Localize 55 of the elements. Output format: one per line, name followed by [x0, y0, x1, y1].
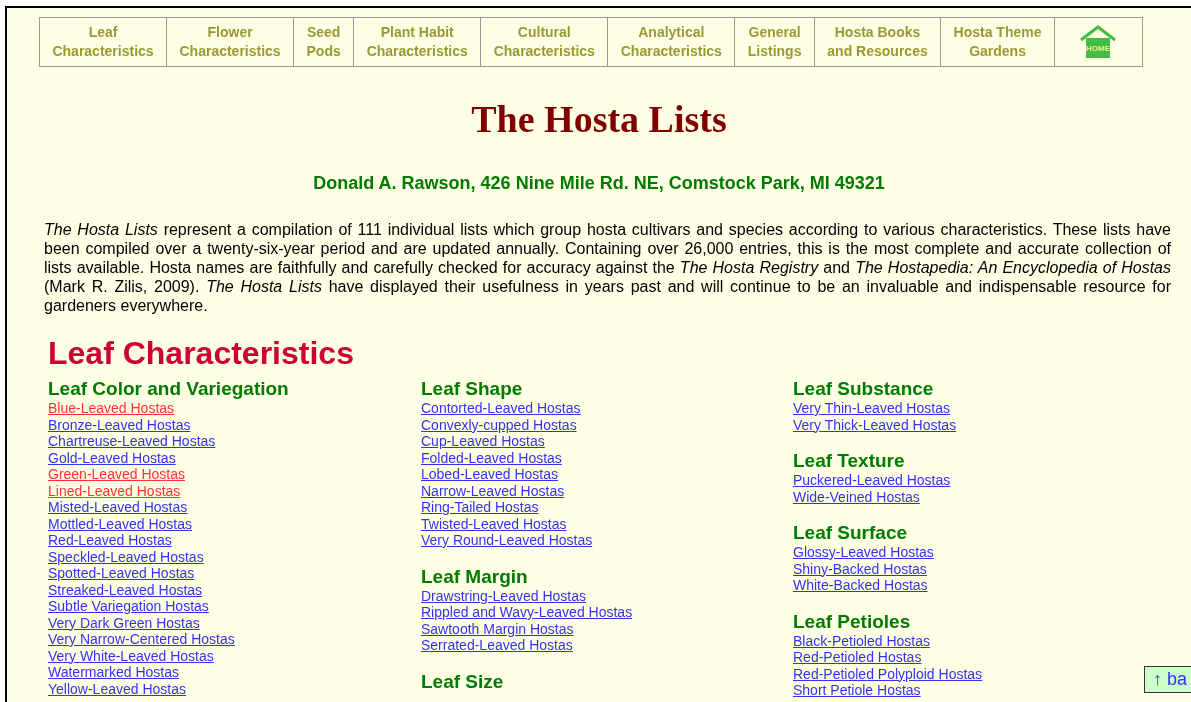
list-link[interactable]: Subtle Variegation Hostas [48, 598, 209, 615]
list-link[interactable]: Mottled-Leaved Hostas [48, 515, 192, 532]
list-heading: Leaf Color and Variegation [48, 378, 290, 400]
list-link[interactable]: Drawstring-Leaved Hostas [421, 587, 586, 604]
page-title: The Hosta Lists [470, 97, 728, 141]
list-link[interactable]: Lined-Leaved Hostas [48, 482, 181, 499]
list-link[interactable]: Narrow-Leaved Hostas [421, 482, 565, 499]
list-link[interactable]: Very Thin-Leaved Hostas [793, 400, 950, 417]
list-heading: Leaf Surface [793, 522, 909, 544]
list-link[interactable]: Very Dark Green Hostas [48, 614, 200, 631]
author-address: Donald A. Rawson, 426 Nine Mile Rd. NE, Comstock Park, MI 49321 [312, 173, 886, 194]
list-link[interactable]: Yellow-Leaved Hostas [48, 680, 186, 697]
list-link[interactable]: Rippled and Wavy-Leaved Hostas [421, 604, 633, 621]
list-link[interactable]: Lobed-Leaved Hostas [421, 466, 558, 483]
list-link[interactable]: Watermarked Hostas [48, 664, 179, 681]
section-heading: Leaf Characteristics [48, 335, 355, 372]
list-link[interactable]: Cup-Leaved Hostas [421, 433, 545, 450]
list-link[interactable]: Wide-Veined Hostas [793, 488, 920, 505]
list-heading: Leaf Petioles [793, 610, 912, 633]
list-link[interactable]: Serrated-Leaved Hostas [421, 637, 573, 654]
list-heading: Leaf Texture [793, 450, 906, 472]
list-link[interactable]: Shiny-Backed Hostas [793, 560, 927, 577]
list-link[interactable]: Speckled-Leaved Hostas [48, 548, 204, 565]
list-link[interactable]: Folded-Leaved Hostas [421, 449, 562, 466]
list-link[interactable]: Green-Leaved Hostas [48, 466, 185, 483]
list-link[interactable]: Red-Petioled Hostas [793, 649, 922, 666]
back-to-top-button[interactable]: ↑ ba [1143, 666, 1191, 693]
list-link[interactable]: Glossy-Leaved Hostas [793, 544, 934, 561]
list-link[interactable]: Very Thick-Leaved Hostas [793, 416, 957, 433]
list-link[interactable]: Very White-Leaved Hostas [48, 647, 214, 664]
list-link[interactable]: Streaked-Leaved Hostas [48, 581, 203, 598]
list-link[interactable]: Red-Petioled Polyploid Hostas [793, 665, 983, 682]
list-link[interactable]: Short Petiole Hostas [793, 682, 921, 699]
list-link[interactable]: Misted-Leaved Hostas [48, 499, 188, 516]
list-link[interactable]: Convexly-cupped Hostas [421, 416, 577, 433]
list-link[interactable]: Very Narrow-Centered Hostas [48, 631, 235, 648]
list-link[interactable]: Twisted-Leaved Hostas [421, 515, 567, 532]
list-heading: Leaf Shape [421, 378, 524, 400]
list-link[interactable]: Contorted-Leaved Hostas [421, 400, 581, 417]
list-link[interactable]: Bronze-Leaved Hostas [48, 416, 191, 433]
list-link[interactable]: Gold-Leaved Hostas [48, 449, 176, 466]
list-link[interactable]: Very Round-Leaved Hostas [421, 532, 593, 549]
list-link[interactable]: Puckered-Leaved Hostas [793, 472, 951, 489]
list-link[interactable]: White-Backed Hostas [793, 577, 928, 594]
list-heading: Leaf Size [421, 670, 505, 693]
list-heading: Leaf Substance [793, 378, 935, 400]
list-link[interactable]: Red-Leaved Hostas [48, 532, 172, 549]
list-link[interactable]: Sawtooth Margin Hostas [421, 620, 574, 637]
list-heading: Leaf Margin [421, 565, 529, 588]
list-link[interactable]: Chartreuse-Leaved Hostas [48, 433, 216, 450]
intro-paragraph: The Hosta Lists represent a compilation of 111 individual lists which group hosta cultivars and species according to various characteristics. These lists have been compiled over a twenty-six-year period and are updated annually. Containing over 26,000 entries, this is the most complete and accurate collection of lists available. Hosta names are faithfully and carefully checked for accuracy against the The Hosta Registry and The Hostapedia: An Encyclopedia of Hostas (Mark R. Zilis, 2009). The Hosta Lists have displayed their usefulness in years past and will continue to be an invaluable and indispensable resource for gardeners everywhere. [44, 220, 1171, 315]
list-link[interactable]: Black-Petioled Hostas [793, 632, 930, 649]
list-link[interactable]: Spotted-Leaved Hostas [48, 565, 195, 582]
list-link[interactable]: Blue-Leaved Hostas [48, 400, 175, 417]
list-link[interactable]: Ring-Tailed Hostas [421, 499, 539, 516]
